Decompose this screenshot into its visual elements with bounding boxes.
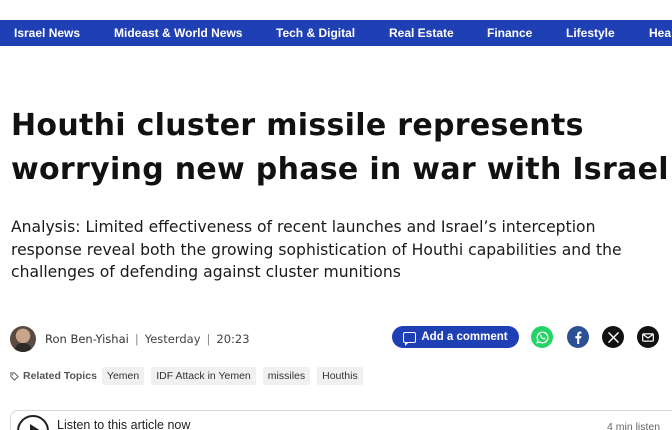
nav-item-finance[interactable]: Finance bbox=[487, 20, 532, 46]
add-comment-label: Add a comment bbox=[421, 331, 508, 343]
nav-item-real-estate[interactable]: Real Estate bbox=[389, 20, 454, 46]
author-avatar[interactable] bbox=[10, 326, 36, 352]
topic-tag-houthis[interactable]: Houthis bbox=[317, 367, 363, 385]
listen-duration: 4 min listen bbox=[607, 421, 661, 430]
add-comment-button[interactable]: Add a comment bbox=[392, 326, 519, 348]
audio-player: Listen to this article now 4 min listen bbox=[10, 410, 672, 430]
article-subhead: Analysis: Limited effectiveness of recen… bbox=[11, 218, 622, 281]
whatsapp-icon bbox=[535, 331, 548, 344]
publish-date: Yesterday bbox=[144, 332, 201, 346]
related-topics-label-wrap: Related Topics bbox=[10, 370, 97, 382]
x-icon bbox=[607, 331, 619, 343]
whatsapp-share-button[interactable] bbox=[531, 326, 553, 348]
nav-item-israel-news[interactable]: Israel News bbox=[14, 20, 80, 46]
author-name[interactable]: Ron Ben-Yishai bbox=[45, 332, 129, 346]
byline: Ron Ben-Yishai | Yesterday | 20:23 bbox=[10, 325, 250, 353]
article-headline: Houthi cluster missile represents worryi… bbox=[11, 108, 669, 187]
byline-separator: | bbox=[206, 332, 211, 346]
x-share-button[interactable] bbox=[602, 326, 624, 348]
topic-tag-idf-attack-in-yemen[interactable]: IDF Attack in Yemen bbox=[151, 367, 256, 385]
byline-separator: | bbox=[134, 332, 139, 346]
byline-text: Ron Ben-Yishai | Yesterday | 20:23 bbox=[45, 332, 250, 346]
email-share-button[interactable] bbox=[637, 326, 659, 348]
topic-tag-yemen[interactable]: Yemen bbox=[101, 367, 145, 385]
comment-icon bbox=[403, 331, 417, 346]
publish-time: 20:23 bbox=[216, 332, 250, 346]
topic-tag-missiles[interactable]: missiles bbox=[262, 367, 311, 385]
nav-item-health[interactable]: Hea bbox=[649, 20, 671, 46]
facebook-share-button[interactable] bbox=[567, 326, 589, 348]
top-strip bbox=[0, 0, 672, 20]
listen-label: Listen to this article now bbox=[57, 418, 191, 430]
nav-item-tech-digital[interactable]: Tech & Digital bbox=[276, 20, 355, 46]
related-topics: Related Topics Yemen IDF Attack in Yemen… bbox=[10, 366, 370, 386]
nav-item-lifestyle[interactable]: Lifestyle bbox=[566, 20, 615, 46]
play-icon[interactable] bbox=[17, 415, 49, 430]
main-navigation: Israel News Mideast & World News Tech & … bbox=[0, 20, 672, 46]
facebook-icon bbox=[575, 331, 582, 344]
related-topics-label: Related Topics bbox=[23, 370, 97, 382]
tag-icon bbox=[10, 371, 19, 381]
nav-item-mideast-world-news[interactable]: Mideast & World News bbox=[114, 20, 242, 46]
email-icon bbox=[642, 332, 654, 342]
